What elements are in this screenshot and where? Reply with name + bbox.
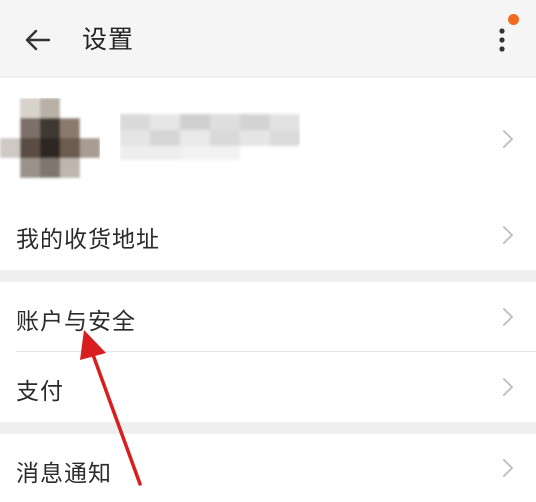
account-security-row[interactable]: 账户与安全: [0, 282, 536, 352]
more-button[interactable]: [492, 24, 512, 56]
notifications-row[interactable]: 消息通知: [0, 434, 536, 502]
address-label: 我的收货地址: [16, 227, 160, 253]
page-title: 设置: [82, 25, 135, 54]
payment-label: 支付: [16, 379, 64, 405]
avatar: [0, 98, 100, 184]
payment-row[interactable]: 支付: [0, 352, 536, 422]
chevron-right-icon: [503, 130, 513, 148]
address-row[interactable]: 我的收货地址: [0, 200, 536, 270]
chevron-right-icon: [503, 308, 513, 326]
account-security-label: 账户与安全: [16, 309, 136, 335]
top-bar: 设置: [0, 0, 536, 76]
chevron-right-icon: [503, 378, 513, 396]
username-blurred: [120, 114, 300, 160]
back-button[interactable]: [22, 24, 54, 56]
chevron-right-icon: [503, 459, 513, 477]
notification-dot: [508, 14, 519, 25]
arrow-left-icon: [25, 29, 51, 51]
profile-row[interactable]: [0, 78, 536, 200]
notifications-label: 消息通知: [16, 461, 112, 487]
chevron-right-icon: [503, 226, 513, 244]
more-vertical-icon: [499, 28, 505, 52]
settings-screen: 设置 我的收货地址 账户与安全 支付 消息通知: [0, 0, 536, 502]
